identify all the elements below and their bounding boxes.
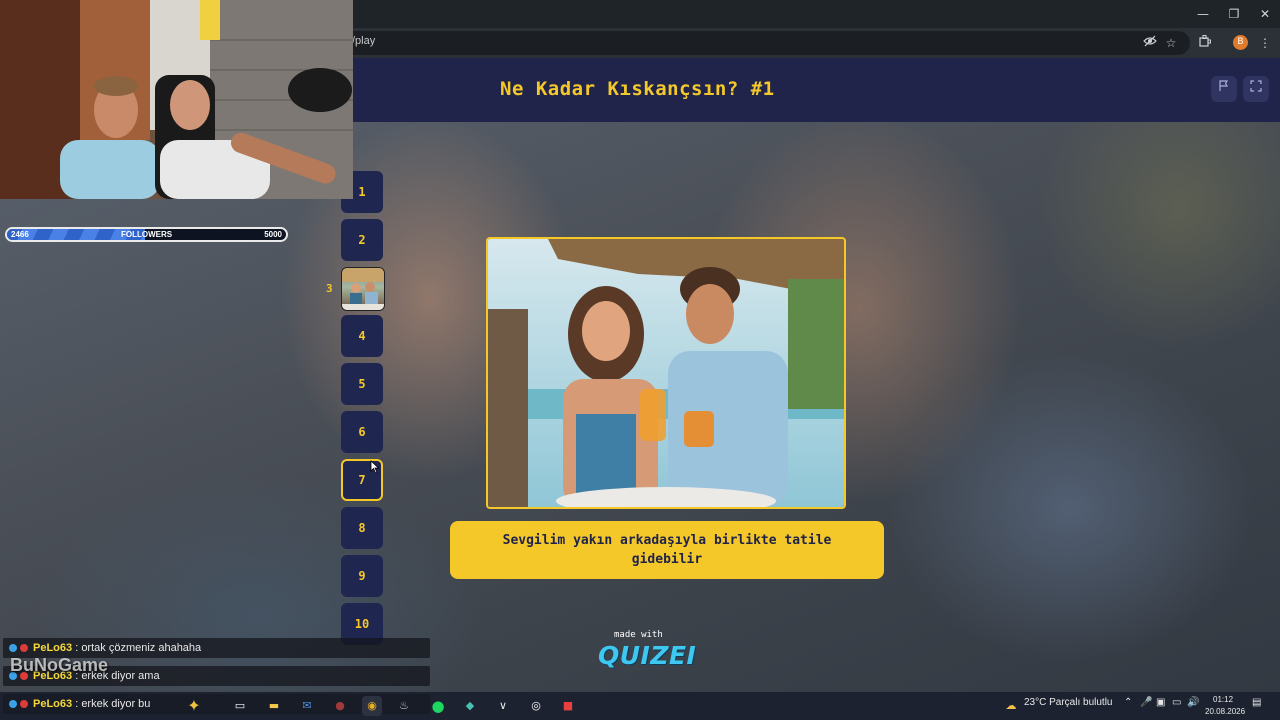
profile-avatar[interactable]: B — [1233, 35, 1248, 50]
vpn-icon[interactable]: ∨ — [493, 696, 513, 716]
quiz-title: Ne Kadar Kıskançsın? #1 — [500, 78, 775, 100]
spotify-icon[interactable]: ● — [428, 696, 448, 716]
volume-icon[interactable]: 🔊 — [1187, 697, 1199, 708]
clock-date[interactable]: 20.08.2026 — [1205, 707, 1245, 716]
chat-text: : erkek diyor bu — [72, 698, 151, 710]
eye-off-icon[interactable] — [1141, 34, 1159, 52]
followers-current: 2466 — [11, 230, 29, 239]
notes-icon[interactable]: ◆ — [460, 696, 480, 716]
microphone-icon[interactable]: 🎤 — [1140, 697, 1152, 708]
browser-menu-icon[interactable]: ⋮ — [1256, 34, 1274, 52]
chat-text-body: erkek diyor bu — [81, 698, 151, 710]
chat-text-body: ortak çözmeniz ahahaha — [81, 642, 202, 654]
question-nav-4[interactable]: 4 — [341, 315, 383, 357]
minimize-button[interactable]: — — [1188, 6, 1218, 22]
chat-badge-icon — [9, 644, 17, 653]
made-with-label: made with — [614, 630, 663, 640]
app-icon[interactable]: ● — [330, 696, 350, 716]
chat-badge-icon — [9, 700, 17, 709]
followers-label: FOLLOWERS — [121, 230, 173, 239]
clock-time[interactable]: 01:12 — [1213, 695, 1233, 704]
chat-badge-icon — [20, 700, 28, 709]
fullscreen-button[interactable] — [1243, 76, 1269, 102]
question-nav-5[interactable]: 5 — [341, 363, 383, 405]
quizei-logo[interactable]: QUIZEI — [598, 641, 696, 670]
task-view-icon[interactable]: ▭ — [230, 696, 250, 716]
address-bar[interactable] — [340, 31, 1190, 55]
question-nav-9[interactable]: 9 — [341, 555, 383, 597]
copilot-icon[interactable]: ✦ — [184, 696, 204, 716]
webcam-overlay — [0, 0, 353, 199]
close-window-button[interactable]: ✕ — [1250, 6, 1280, 22]
current-question-number: 3 — [326, 282, 333, 295]
mouse-cursor-icon — [370, 460, 380, 474]
file-explorer-icon[interactable]: ▬ — [264, 696, 284, 716]
mail-icon[interactable]: ✉ — [297, 696, 317, 716]
channel-watermark: BuNoGame — [10, 655, 109, 675]
steam-icon[interactable]: ♨ — [394, 696, 414, 716]
chat-badge-icon — [20, 644, 28, 653]
obs-icon[interactable]: ◎ — [526, 696, 546, 716]
chrome-icon[interactable]: ◉ — [362, 696, 382, 716]
weather-icon[interactable]: ☁ — [1001, 696, 1021, 716]
chat-username: PeLo63 — [33, 698, 73, 710]
question-nav-3-thumbnail[interactable] — [341, 267, 385, 311]
tray-overflow-icon[interactable]: ⌃ — [1124, 697, 1132, 708]
question-nav-6[interactable]: 6 — [341, 411, 383, 453]
followers-goal: 5000 — [264, 230, 282, 239]
question-nav-8[interactable]: 8 — [341, 507, 383, 549]
question-nav-2[interactable]: 2 — [341, 219, 383, 261]
network-icon[interactable]: ▭ — [1172, 697, 1181, 708]
recorder-icon[interactable]: ■ — [558, 696, 578, 716]
chat-text: : ortak çözmeniz ahahaha — [72, 642, 202, 654]
notifications-icon[interactable]: ▤ — [1252, 697, 1261, 708]
weather-text[interactable]: 23°C Parçalı bulutlu — [1024, 697, 1113, 708]
tray-app-icon[interactable]: ▣ — [1156, 697, 1165, 708]
extensions-icon[interactable] — [1196, 34, 1214, 52]
question-card[interactable]: Sevgilim yakın arkadaşıyla birlikte tati… — [450, 521, 884, 579]
report-flag-button[interactable] — [1211, 76, 1237, 102]
bookmark-star-icon[interactable]: ☆ — [1162, 34, 1180, 52]
chat-username: PeLo63 — [33, 642, 73, 654]
followers-goal-bar: 2466 FOLLOWERS 5000 — [5, 227, 288, 242]
question-image — [486, 237, 846, 509]
restore-button[interactable]: ❐ — [1219, 6, 1249, 22]
url-text: /play — [352, 35, 376, 47]
